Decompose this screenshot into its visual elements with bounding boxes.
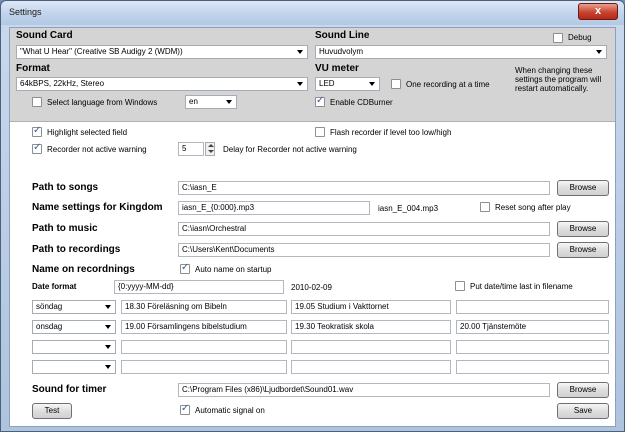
put-date-last-label: Put date/time last in filename [470,282,573,291]
schedule-cell[interactable]: 19.05 Studium i Vakttornet [291,300,451,314]
schedule-cell[interactable] [121,340,287,354]
select-language-label: Select language from Windows [47,98,158,107]
settings-window: Settings x Sound Card "What U Hear" (Cre… [0,0,625,432]
chevron-down-icon [596,50,602,54]
delay-label: Delay for Recorder not active warning [223,145,357,154]
sound-card-value: "What U Hear" (Creative SB Audigy 2 (WDM… [20,47,183,56]
chevron-down-icon [105,345,111,349]
schedule-cell[interactable] [291,340,451,354]
date-format-input[interactable]: {0:yyyy-MM-dd} [114,280,284,294]
highlight-checkbox[interactable] [32,125,42,137]
chevron-down-icon [297,50,303,54]
not-active-warning-label: Recorder not active warning [47,145,147,154]
timer-sound-label: Sound for timer [32,384,107,395]
chevron-down-icon [226,100,232,104]
restart-note: When changing these settings the program… [515,66,602,93]
recordings-path-input[interactable]: C:\Users\Kent\Documents [178,243,550,257]
enable-cdburner-checkbox[interactable] [315,95,325,107]
sound-card-select[interactable]: "What U Hear" (Creative SB Audigy 2 (WDM… [16,45,308,59]
debug-checkbox[interactable] [553,33,563,43]
music-path-input[interactable]: C:\iasn\Orchestral [178,222,550,236]
recordings-path-label: Path to recordings [32,244,121,255]
schedule-cell[interactable] [291,360,451,374]
songs-path-input[interactable]: C:\iasn_E [178,181,550,195]
schedule-cell[interactable] [456,340,609,354]
not-active-warning-checkbox[interactable] [32,142,42,154]
timer-browse-button[interactable]: Browse [557,382,609,398]
schedule-cell[interactable] [456,360,609,374]
schedule-day-value: onsdag [36,322,63,331]
schedule-cell[interactable] [121,360,287,374]
name-kingdom-example: iasn_E_004.mp3 [378,204,439,213]
vu-meter-value: LED [319,79,335,88]
chevron-down-icon [297,82,303,86]
chevron-down-icon [105,305,111,309]
schedule-day-select-4[interactable] [32,360,116,374]
auto-signal-checkbox[interactable] [180,403,190,415]
chevron-down-icon [369,82,375,86]
window-title: Settings [9,7,42,17]
debug-label: Debug [568,33,592,42]
schedule-day-select-1[interactable]: söndag [32,300,116,314]
music-browse-button[interactable]: Browse [557,221,609,237]
flash-recorder-label: Flash recorder if level too low/high [330,128,452,137]
delay-stepper[interactable] [205,142,215,156]
music-path-label: Path to music [32,223,98,234]
language-select[interactable]: en [185,95,237,109]
date-example: 2010-02-09 [291,283,332,292]
audio-settings-panel: Sound Card "What U Hear" (Creative SB Au… [10,28,615,122]
schedule-cell[interactable] [456,300,609,314]
one-recording-checkbox[interactable] [391,79,401,89]
enable-cdburner-label: Enable CDBurner [330,98,393,107]
vu-meter-header: VU meter [315,63,359,74]
songs-browse-button[interactable]: Browse [557,180,609,196]
sound-line-select[interactable]: Huvudvolym [315,45,607,59]
select-language-checkbox[interactable] [32,97,42,107]
format-value: 64kBPS, 22kHz, Stereo [20,79,105,88]
chevron-down-icon [105,325,111,329]
one-recording-label: One recording at a time [406,80,490,89]
close-button[interactable]: x [578,3,618,20]
recordings-browse-button[interactable]: Browse [557,242,609,258]
date-format-label: Date format [32,282,77,291]
schedule-day-select-3[interactable] [32,340,116,354]
highlight-label: Highlight selected field [47,128,128,137]
test-button[interactable]: Test [32,403,72,419]
reset-song-label: Reset song after play [495,203,571,212]
flash-recorder-checkbox[interactable] [315,127,325,137]
reset-song-checkbox[interactable] [480,202,490,212]
schedule-day-value: söndag [36,302,63,311]
auto-name-checkbox[interactable] [180,262,190,274]
schedule-cell[interactable]: 19.00 Församlingens bibelstudium [121,320,287,334]
name-kingdom-label: Name settings for Kingdom [32,202,163,213]
put-date-last-checkbox[interactable] [455,281,465,291]
schedule-cell[interactable]: 18.30 Föreläsning om Bibeln [121,300,287,314]
auto-signal-label: Automatic signal on [195,406,265,415]
sound-line-value: Huvudvolym [319,47,364,56]
auto-name-label: Auto name on startup [195,265,272,274]
chevron-down-icon [105,365,111,369]
title-bar[interactable]: Settings x [1,1,624,25]
name-recordings-label: Name on recordnings [32,264,135,275]
client-area: Sound Card "What U Hear" (Creative SB Au… [9,27,616,427]
vu-meter-select[interactable]: LED [315,77,380,91]
save-button[interactable]: Save [557,403,609,419]
timer-sound-input[interactable]: C:\Program Files (x86)\Ljudbordet\Sound0… [178,383,550,397]
sound-line-header: Sound Line [315,30,370,41]
name-kingdom-input[interactable]: iasn_E_{0:000}.mp3 [178,201,370,215]
schedule-cell[interactable]: 19.30 Teokratisk skola [291,320,451,334]
schedule-cell[interactable]: 20.00 Tjänstemöte [456,320,609,334]
language-value: en [189,97,198,106]
schedule-day-select-2[interactable]: onsdag [32,320,116,334]
songs-path-label: Path to songs [32,182,99,193]
delay-input[interactable]: 5 [178,142,204,156]
format-header: Format [16,63,50,74]
sound-card-header: Sound Card [16,30,73,41]
format-select[interactable]: 64kBPS, 22kHz, Stereo [16,77,308,91]
